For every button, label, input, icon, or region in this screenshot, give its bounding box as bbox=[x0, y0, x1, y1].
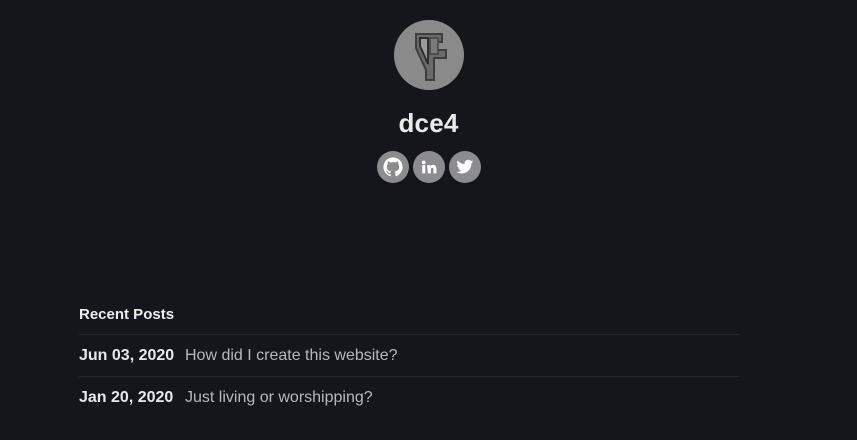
site-name: dce4 bbox=[398, 108, 459, 138]
profile-header: dce4 bbox=[0, 20, 857, 183]
post-date: Jun 03, 2020 bbox=[79, 346, 175, 364]
post-date: Jan 20, 2020 bbox=[79, 388, 174, 406]
twitter-link[interactable] bbox=[448, 151, 481, 183]
page: dce4 Recent Posts Jun 03, 2020 How did I… bbox=[0, 0, 857, 440]
recent-posts-section: Recent Posts Jun 03, 2020 How did I crea… bbox=[79, 304, 739, 418]
post-title-link[interactable]: Just living or worshipping? bbox=[185, 389, 373, 407]
post-row: Jun 03, 2020 How did I create this websi… bbox=[79, 335, 739, 377]
avatar-cross-logo-icon bbox=[414, 33, 447, 81]
github-link[interactable] bbox=[376, 151, 409, 183]
social-links bbox=[0, 151, 857, 183]
twitter-icon bbox=[455, 159, 473, 174]
linkedin-link[interactable] bbox=[412, 151, 445, 183]
recent-posts-heading: Recent Posts bbox=[79, 306, 175, 323]
github-icon bbox=[382, 157, 403, 177]
post-row: Jan 20, 2020 Just living or worshipping? bbox=[79, 377, 739, 418]
post-title-link[interactable]: How did I create this website? bbox=[185, 347, 398, 365]
avatar[interactable] bbox=[393, 20, 464, 90]
linkedin-icon bbox=[421, 160, 436, 174]
